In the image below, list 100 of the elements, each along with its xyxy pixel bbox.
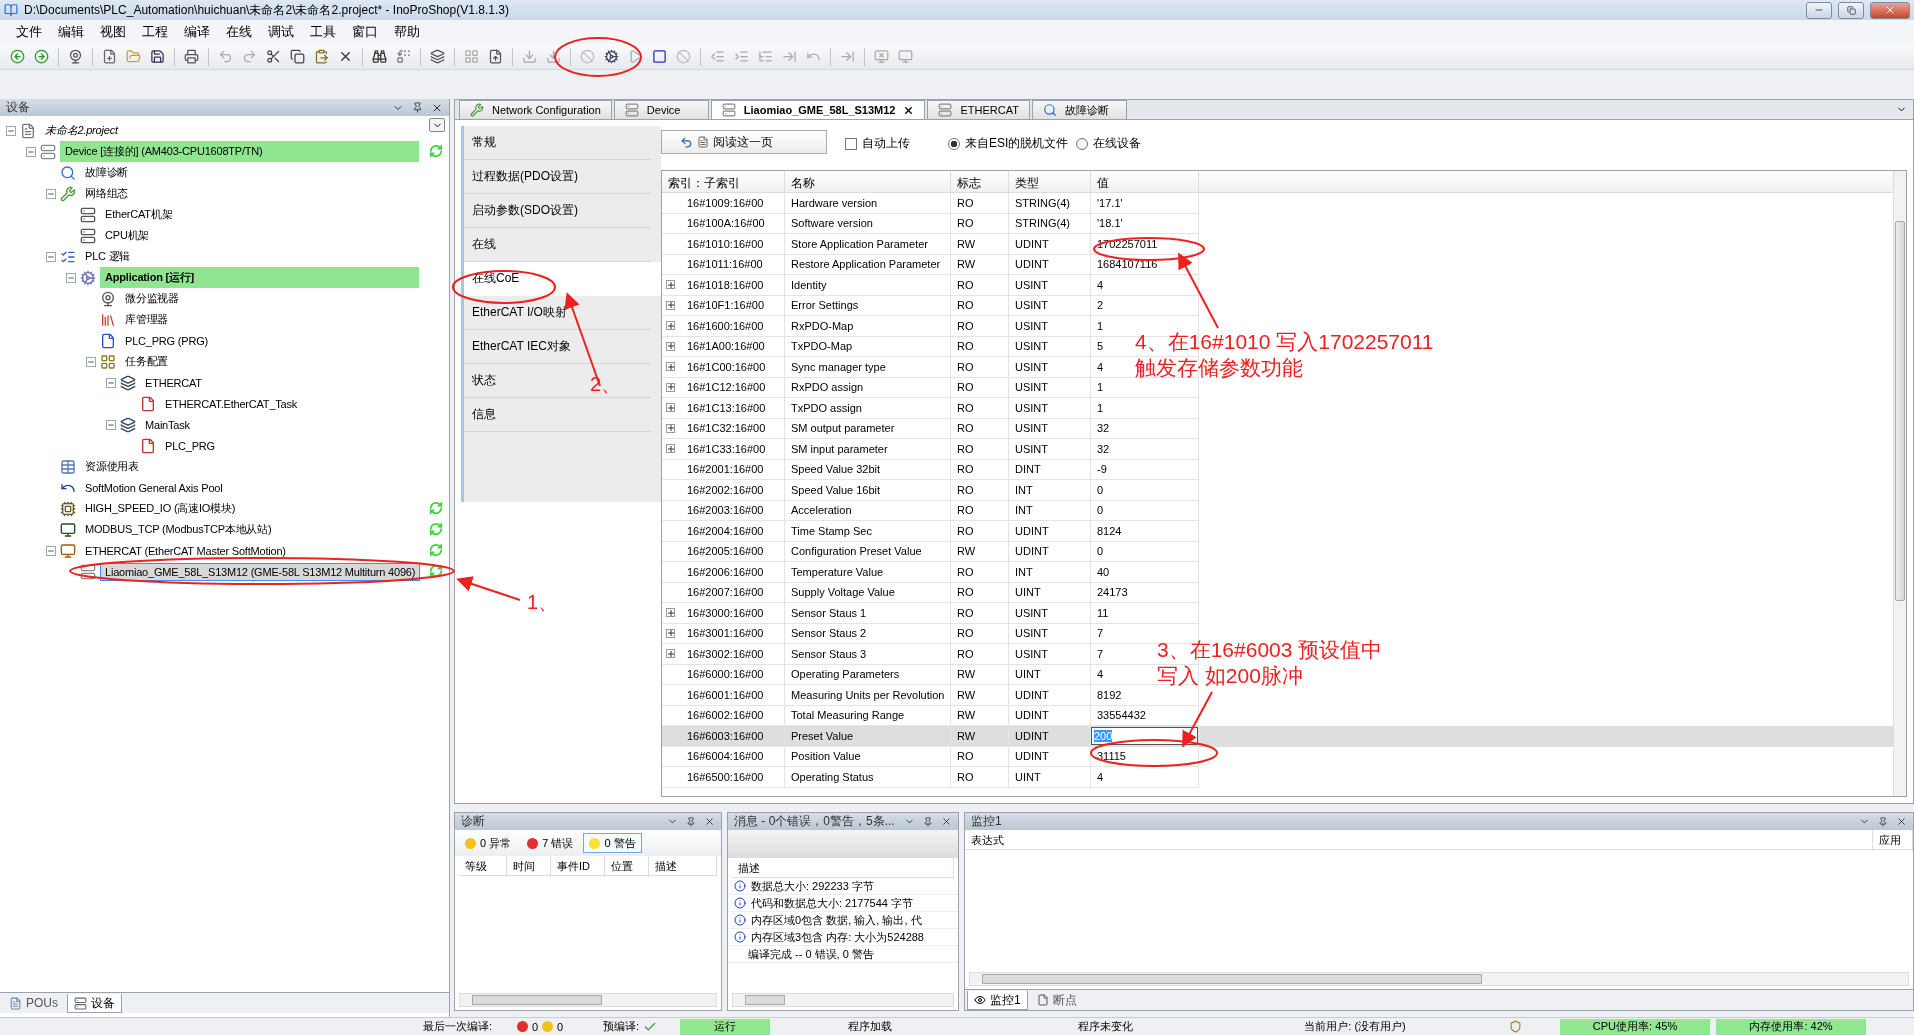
tree-item[interactable]: Device [连接的] (AM403-CPU1608TP/TN)	[60, 141, 419, 162]
editor-tab[interactable]: Liaomiao_GME_58L_S13M12	[710, 100, 926, 119]
nav-item[interactable]: 常规	[464, 126, 651, 160]
menu-item[interactable]: 工具	[304, 21, 342, 43]
panel-tab[interactable]: 设备	[67, 994, 122, 1013]
close-icon[interactable]	[941, 816, 952, 827]
editor-tab[interactable]: 故障诊断	[1031, 100, 1127, 119]
minimize-button[interactable]	[1806, 1, 1832, 19]
menu-item[interactable]: 编辑	[52, 21, 90, 43]
nav-item[interactable]: 启动参数(SDO设置)	[464, 194, 651, 228]
scrollbar[interactable]	[1893, 171, 1906, 796]
menu-item[interactable]: 帮助	[388, 21, 426, 43]
tree-item[interactable]: Application [运行]	[100, 267, 419, 288]
radio-button[interactable]	[948, 137, 960, 150]
pin-icon[interactable]	[412, 102, 423, 113]
pin-icon[interactable]	[686, 816, 696, 827]
menu-item[interactable]: 工程	[136, 21, 174, 43]
expand-icon[interactable]	[666, 608, 675, 618]
editor-tab[interactable]: Device	[613, 100, 709, 119]
menu-item[interactable]: 编译	[178, 21, 216, 43]
tree-item[interactable]: 未命名2.project	[40, 120, 123, 141]
tree-item[interactable]: 微分监视器	[120, 288, 184, 309]
close-icon[interactable]	[903, 104, 915, 116]
editor-tab[interactable]: ETHERCAT	[927, 100, 1030, 119]
tree-item[interactable]: ETHERCAT (EtherCAT Master SoftMotion)	[80, 541, 291, 560]
panel-tab[interactable]: 监控1	[967, 991, 1028, 1010]
expand-icon[interactable]	[666, 403, 675, 413]
expand-icon[interactable]	[666, 649, 675, 659]
expand-icon[interactable]	[666, 382, 675, 392]
expand-icon[interactable]	[666, 300, 675, 310]
tree-item[interactable]: HIGH_SPEED_IO (高速IO模块)	[80, 498, 241, 519]
tree-item[interactable]: 任务配置	[120, 351, 174, 372]
tree-item[interactable]: 故障诊断	[80, 162, 134, 183]
auto-upload-checkbox[interactable]: 自动上传	[845, 135, 910, 152]
nav-item[interactable]: 过程数据(PDO设置)	[464, 160, 651, 194]
filter-button[interactable]: 0 警告	[583, 833, 642, 853]
nav-item[interactable]: 在线CoE	[464, 262, 661, 296]
tree-item[interactable]: PLC_PRG (PRG)	[120, 331, 213, 350]
tree-item[interactable]: MainTask	[140, 415, 195, 434]
tree-item[interactable]: 资源使用表	[80, 456, 144, 477]
collapse-icon[interactable]	[106, 377, 116, 388]
tree-item[interactable]: SoftMotion General Axis Pool	[80, 478, 228, 497]
pin-icon[interactable]	[1878, 816, 1888, 827]
collapse-icon[interactable]	[46, 251, 56, 262]
menu-item[interactable]: 调试	[262, 21, 300, 43]
pin-icon[interactable]	[923, 816, 933, 827]
tree-item[interactable]: EtherCAT机架	[100, 204, 178, 225]
table-cell: 11	[1091, 603, 1199, 624]
expand-icon[interactable]	[666, 321, 675, 331]
panel-title: 监控1	[971, 813, 1003, 830]
collapse-icon[interactable]	[46, 545, 56, 556]
read-page-button[interactable]: 阅读这一页	[661, 130, 827, 154]
collapse-icon[interactable]	[86, 356, 96, 367]
collapse-icon[interactable]	[106, 419, 116, 430]
expand-icon[interactable]	[666, 341, 675, 351]
scrollbar[interactable]	[459, 993, 717, 1007]
panel-tab[interactable]: POUs	[2, 994, 65, 1013]
tree-item[interactable]: ETHERCAT	[140, 373, 207, 392]
tree-item[interactable]: 库管理器	[120, 309, 174, 330]
close-button[interactable]	[1870, 1, 1910, 19]
expand-icon[interactable]	[666, 423, 675, 433]
tree-item[interactable]: Liaomiao_GME_58L_S13M12 (GME-58L S13M12 Multiturn 4096)	[100, 562, 421, 581]
tree-item[interactable]: PLC_PRG	[160, 436, 220, 455]
close-icon[interactable]	[1896, 816, 1907, 827]
close-icon[interactable]	[704, 816, 715, 827]
menu-item[interactable]: 视图	[94, 21, 132, 43]
message-text: 内存区域0包含 数据, 输入, 输出, 代	[751, 912, 922, 928]
tree-item[interactable]: MODBUS_TCP (ModbusTCP本地从站)	[80, 519, 277, 540]
scrollbar[interactable]	[732, 993, 954, 1007]
nav-item[interactable]: EtherCAT I/O映射	[464, 296, 651, 330]
expand-icon[interactable]	[666, 280, 675, 290]
menu-item[interactable]: 文件	[10, 21, 48, 43]
radio-button[interactable]	[1076, 137, 1089, 150]
editor-tab[interactable]: Network Configuration	[459, 100, 612, 119]
table-cell: RxPDO-Map	[785, 316, 951, 337]
collapse-icon[interactable]	[26, 146, 36, 157]
dropdown-button[interactable]	[429, 118, 445, 132]
collapse-icon[interactable]	[46, 188, 56, 199]
tree-item[interactable]: 网络组态	[80, 183, 134, 204]
expand-icon[interactable]	[666, 362, 675, 372]
collapse-icon[interactable]	[6, 125, 16, 136]
tree-item[interactable]: ETHERCAT.EtherCAT_Task	[160, 394, 303, 413]
tree-item[interactable]: CPU机架	[100, 225, 155, 246]
table-cell: '17.1'	[1091, 193, 1199, 214]
checkbox-icon[interactable]	[845, 137, 857, 150]
panel-tab[interactable]: 断点	[1029, 991, 1084, 1010]
expand-icon[interactable]	[666, 628, 675, 638]
table-cell: RO	[951, 275, 1009, 296]
filter-button[interactable]: 0 异常	[459, 833, 518, 853]
cpu-usage: CPU使用率: 45%	[1560, 1018, 1710, 1035]
nav-item[interactable]: 信息	[464, 398, 651, 432]
nav-item[interactable]: EtherCAT IEC对象	[464, 330, 651, 364]
restore-button[interactable]	[1838, 1, 1864, 19]
expand-icon[interactable]	[666, 444, 675, 454]
collapse-icon[interactable]	[66, 272, 76, 283]
scrollbar[interactable]	[969, 972, 1909, 986]
filter-button[interactable]: 7 错误	[521, 833, 580, 853]
menu-item[interactable]: 窗口	[346, 21, 384, 43]
tree-item[interactable]: PLC 逻辑	[80, 246, 136, 267]
menu-item[interactable]: 在线	[220, 21, 258, 43]
